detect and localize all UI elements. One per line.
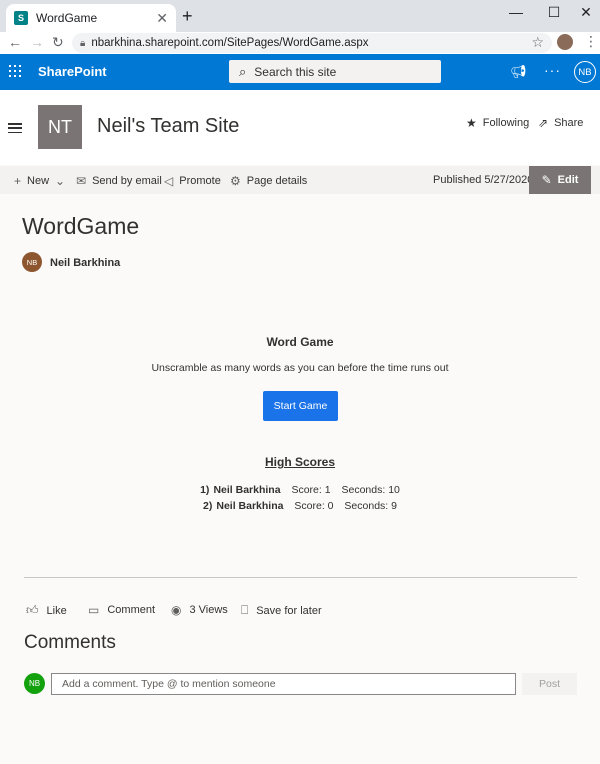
hamburger-menu-icon[interactable] [8, 123, 22, 133]
commenter-avatar: NB [24, 673, 45, 694]
eye-icon: ◉ [171, 603, 182, 617]
megaphone-icon: ◁ [164, 174, 174, 188]
score-row: 1) Neil Barkhina Score: 1 Seconds: 10 [0, 484, 600, 496]
published-date: Published 5/27/2020 [433, 174, 534, 186]
divider [24, 577, 577, 578]
thumbs-up-icon: 👍︎ [26, 603, 39, 617]
site-header: NT Neil's Team Site ★ Following ⇗ Share [0, 90, 600, 165]
following-label: Following [482, 117, 530, 129]
star-icon[interactable]: ☆ [531, 34, 544, 51]
promote-button[interactable]: ◁ Promote [164, 174, 221, 188]
comment-input[interactable] [51, 673, 516, 695]
search-placeholder: Search this site [254, 64, 337, 79]
maximize-icon[interactable]: ☐ [544, 4, 564, 21]
game-description: Unscramble as many words as you can befo… [151, 362, 449, 374]
more-icon[interactable]: ··· [544, 62, 561, 78]
send-by-email-button[interactable]: ✉ Send by email [76, 174, 162, 188]
command-bar: + New ⌄ ✉ Send by email ◁ Promote ⚙ Page… [0, 166, 600, 194]
post-button[interactable]: Post [522, 673, 577, 695]
browser-tabstrip: S WordGame ✕ + — ☐ ✕ [0, 0, 600, 32]
mail-icon: ✉ [76, 174, 87, 188]
author-avatar[interactable]: NB [22, 252, 42, 272]
edit-button[interactable]: ✎ Edit [529, 166, 591, 194]
suite-bar: SharePoint ⌕ Search this site 📢︎ ··· NB [0, 54, 600, 90]
lock-icon: 🔒︎ [80, 37, 86, 49]
site-logo[interactable]: NT [38, 105, 82, 149]
browser-toolbar: ← → ↻ 🔒︎ nbarkhina.sharepoint.com/SitePa… [0, 32, 600, 54]
site-search-box[interactable]: ⌕ Search this site [229, 60, 441, 83]
score-value: Score: 0 [294, 500, 334, 512]
chevron-down-icon: ⌄ [55, 174, 66, 188]
url-text: nbarkhina.sharepoint.com/SitePages/WordG… [91, 37, 369, 49]
game-heading: Word Game [266, 335, 334, 349]
save-for-later-button[interactable]: ⎕ Save for later [241, 603, 322, 618]
share-label: Share [554, 117, 584, 129]
comment-button[interactable]: ▭ Comment [88, 603, 155, 617]
sharepoint-favicon-icon: S [14, 11, 28, 25]
plus-icon[interactable]: + [182, 6, 193, 27]
browser-tab[interactable]: S WordGame ✕ [6, 4, 176, 32]
score-seconds: Seconds: 10 [341, 484, 400, 496]
window-close-icon[interactable]: ✕ [576, 4, 596, 21]
comments-heading: Comments [24, 632, 116, 653]
star-filled-icon: ★ [466, 116, 477, 130]
search-icon: ⌕ [239, 63, 247, 79]
app-launcher-icon[interactable] [9, 65, 21, 77]
score-seconds: Seconds: 9 [344, 500, 397, 512]
back-icon[interactable]: ← [8, 34, 22, 50]
close-icon[interactable]: ✕ [156, 10, 168, 27]
forward-icon[interactable]: → [30, 34, 44, 50]
score-row: 2) Neil Barkhina Score: 0 Seconds: 9 [0, 500, 600, 512]
kebab-icon[interactable]: ⋮ [584, 33, 598, 50]
tab-title: WordGame [36, 11, 98, 25]
address-bar[interactable]: 🔒︎ nbarkhina.sharepoint.com/SitePages/Wo… [72, 33, 552, 53]
bookmark-icon: ⎕ [241, 603, 249, 617]
start-game-button[interactable]: Start Game [263, 391, 338, 421]
send-email-label: Send by email [92, 175, 162, 187]
score-name: Neil Barkhina [213, 484, 281, 496]
reload-icon[interactable]: ↻ [52, 34, 64, 51]
minimize-icon[interactable]: — [506, 4, 526, 20]
author-name[interactable]: Neil Barkhina [50, 257, 120, 269]
share-button[interactable]: ⇗ Share [538, 116, 583, 130]
comment-icon: ▭ [88, 603, 100, 617]
save-label: Save for later [256, 604, 322, 617]
score-rank: 2) [203, 500, 213, 512]
score-value: Score: 1 [291, 484, 331, 496]
user-account-button[interactable]: NB [574, 61, 596, 83]
promote-label: Promote [179, 175, 221, 187]
megaphone-icon[interactable]: 📢︎ [510, 64, 527, 80]
new-label: New [27, 175, 50, 187]
views-label: 3 Views [189, 604, 228, 616]
page-title: WordGame [22, 213, 140, 239]
like-label: Like [46, 604, 67, 617]
score-name: Neil Barkhina [216, 500, 284, 512]
score-rank: 1) [200, 484, 210, 496]
page-details-button[interactable]: ⚙ Page details [230, 174, 307, 188]
plus-icon: + [14, 174, 22, 188]
following-button[interactable]: ★ Following [466, 116, 529, 130]
pencil-icon: ✎ [541, 173, 552, 187]
edit-label: Edit [557, 174, 579, 186]
new-button[interactable]: + New ⌄ [14, 174, 71, 188]
views-count: ◉ 3 Views [171, 603, 228, 617]
gear-icon: ⚙ [230, 174, 241, 188]
site-title[interactable]: Neil's Team Site [97, 115, 239, 138]
page-details-label: Page details [246, 175, 308, 187]
profile-avatar[interactable] [557, 34, 573, 50]
sharepoint-brand[interactable]: SharePoint [38, 64, 107, 79]
high-scores-heading: High Scores [264, 455, 336, 469]
comment-label: Comment [107, 604, 156, 616]
share-icon: ⇗ [538, 116, 549, 130]
like-button[interactable]: 👍︎ Like [26, 603, 67, 618]
